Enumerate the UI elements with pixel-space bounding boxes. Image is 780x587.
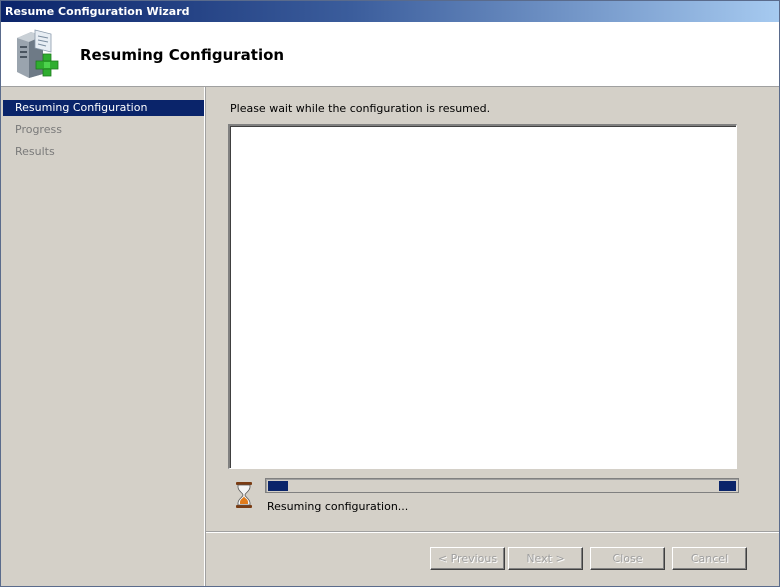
close-button[interactable]: Close	[590, 547, 665, 570]
instruction-text: Please wait while the configuration is r…	[230, 102, 491, 115]
title-bar[interactable]: Resume Configuration Wizard	[1, 1, 779, 22]
sidebar-item-progress[interactable]: Progress	[3, 122, 204, 138]
progress-marquee-block-left	[268, 481, 288, 491]
wizard-header: Resuming Configuration	[1, 22, 779, 87]
hourglass-icon	[236, 482, 252, 508]
window-title: Resume Configuration Wizard	[5, 5, 190, 18]
wizard-content: Please wait while the configuration is r…	[206, 87, 779, 531]
sidebar-item-resuming-configuration[interactable]: Resuming Configuration	[3, 100, 204, 116]
cancel-button[interactable]: Cancel	[672, 547, 747, 570]
wizard-steps-sidebar: Resuming Configuration Progress Results	[1, 87, 205, 586]
page-title: Resuming Configuration	[80, 46, 285, 64]
sidebar-item-results[interactable]: Results	[3, 144, 204, 160]
progress-marquee-block-right	[719, 481, 736, 491]
next-button[interactable]: Next >	[508, 547, 583, 570]
progress-bar	[265, 478, 739, 493]
footer-separator	[206, 531, 779, 533]
progress-log-box[interactable]	[228, 124, 737, 469]
server-add-icon	[17, 29, 59, 78]
wizard-window: Resume Configuration Wizard Resuming Con…	[0, 0, 780, 587]
previous-button[interactable]: < Previous	[430, 547, 505, 570]
status-text: Resuming configuration...	[267, 500, 409, 513]
